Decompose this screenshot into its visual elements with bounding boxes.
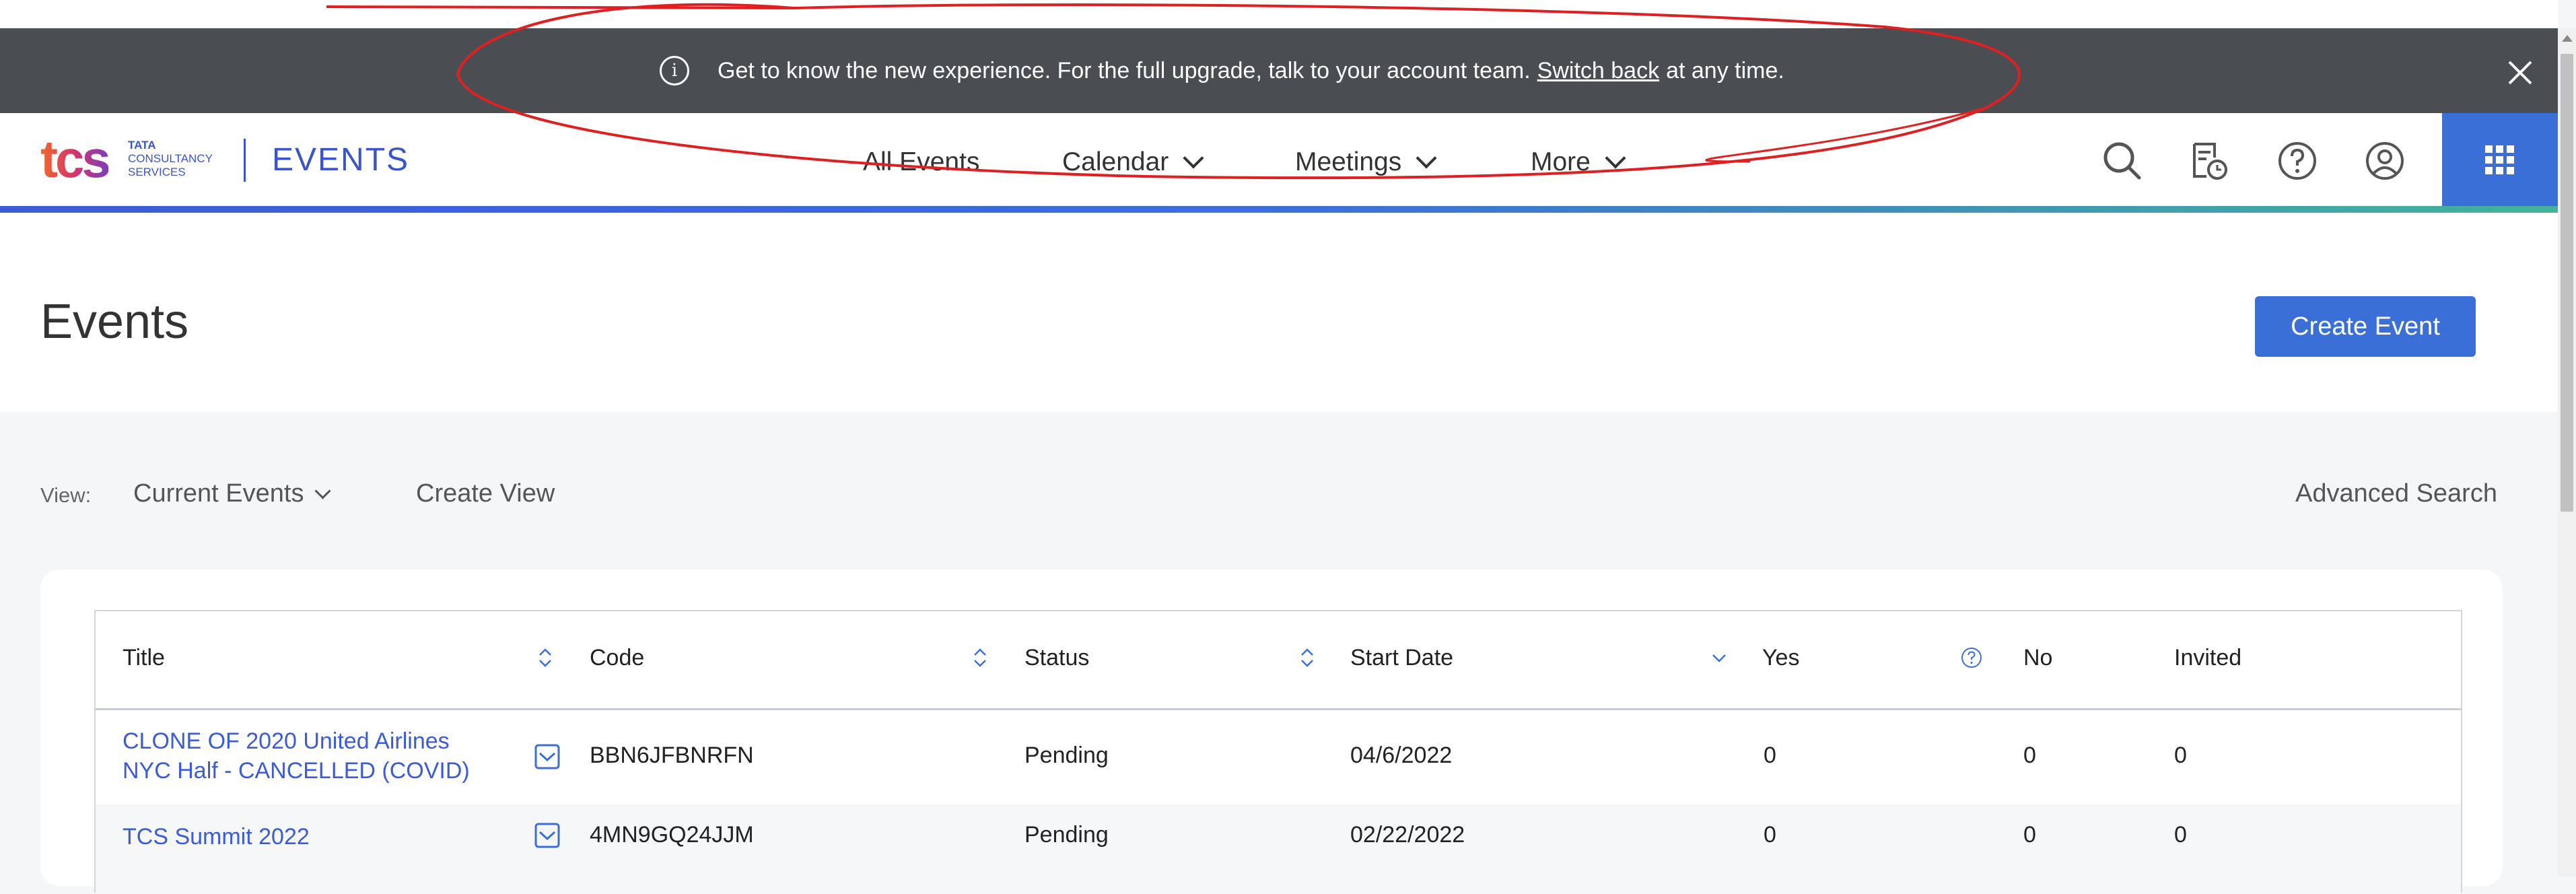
table-row: CLONE OF 2020 United Airlines NYC Half -… — [96, 710, 2461, 804]
tcs-logo-subtitle: TATA CONSULTANCY SERVICES — [128, 139, 213, 179]
search-icon[interactable] — [2099, 137, 2146, 184]
events-table: Title Code Status Start Date Yes No Invi… — [94, 610, 2462, 894]
column-header-invited: Invited — [2174, 645, 2242, 670]
column-header-code[interactable]: Code — [590, 645, 644, 671]
yes-count: 0 — [1764, 822, 1776, 848]
sort-down-icon[interactable] — [1711, 646, 1727, 669]
logo-line-3: SERVICES — [128, 166, 186, 178]
nav-more-label: More — [1531, 147, 1591, 176]
scroll-up-arrow[interactable] — [2562, 35, 2573, 42]
event-code: 4MN9GQ24JJM — [590, 822, 754, 848]
view-label: View: — [40, 483, 92, 507]
banner-text: Get to know the new experience. For the … — [718, 57, 1531, 83]
chevron-down-icon — [314, 483, 331, 500]
nav-calendar[interactable]: Calendar — [1062, 145, 1204, 179]
app-grid-button[interactable] — [2442, 113, 2558, 207]
announcement-banner: i Get to know the new experience. For th… — [0, 28, 2558, 113]
yes-count: 0 — [1764, 743, 1776, 768]
logo-divider — [244, 139, 246, 182]
logo-line-1: TATA — [128, 139, 156, 151]
nav-all-events-label: All Events — [863, 147, 980, 176]
user-icon[interactable] — [2361, 137, 2408, 184]
page-scrollbar[interactable] — [2558, 28, 2576, 876]
view-select[interactable]: Current Events — [133, 479, 331, 508]
tcs-logo[interactable]: tcs — [40, 132, 111, 186]
email-icon[interactable] — [534, 823, 560, 848]
event-code: BBN6JFBNRFN — [590, 743, 754, 768]
column-header-yes: Yes — [1762, 645, 1800, 670]
page-title: Events — [40, 295, 189, 349]
column-header-no: No — [2023, 645, 2053, 670]
app-header: tcs TATA CONSULTANCY SERVICES EVENTS All… — [0, 113, 2558, 207]
app-grid-icon — [2485, 145, 2514, 174]
info-icon: i — [660, 56, 689, 85]
chevron-down-icon — [1183, 147, 1204, 169]
selected-view: Current Events — [133, 479, 304, 508]
create-view-link[interactable]: Create View — [416, 479, 555, 508]
event-start-date: 04/6/2022 — [1350, 743, 1453, 768]
sort-icon[interactable] — [1299, 646, 1315, 669]
no-count: 0 — [2023, 822, 2036, 848]
chevron-down-icon — [1416, 147, 1437, 169]
column-header-status[interactable]: Status — [1024, 645, 1089, 671]
invited-count: 0 — [2174, 822, 2187, 848]
nav-meetings-label: Meetings — [1295, 147, 1402, 176]
advanced-search-link[interactable]: Advanced Search — [2295, 479, 2497, 508]
column-header-title[interactable]: Title — [123, 645, 165, 671]
banner-message: i Get to know the new experience. For th… — [660, 28, 1784, 113]
event-title-link[interactable]: CLONE OF 2020 United Airlines NYC Half -… — [123, 726, 499, 786]
event-status: Pending — [1024, 743, 1109, 768]
nav-calendar-label: Calendar — [1062, 147, 1169, 176]
header-accent-bar — [0, 206, 2558, 213]
report-clock-icon[interactable] — [2186, 137, 2233, 184]
nav-more[interactable]: More — [1531, 145, 1626, 179]
nav-meetings[interactable]: Meetings — [1295, 145, 1437, 179]
logo-line-2: CONSULTANCY — [128, 152, 213, 165]
create-event-button[interactable]: Create Event — [2255, 296, 2476, 357]
page-header: Events Create Event — [0, 213, 2558, 412]
nav-all-events[interactable]: All Events — [863, 145, 979, 179]
sort-icon[interactable] — [537, 646, 553, 669]
event-status: Pending — [1024, 822, 1109, 848]
app-name: EVENTS — [272, 142, 410, 178]
invited-count: 0 — [2174, 743, 2187, 768]
table-row: TCS Summit 2022 4MN9GQ24JJM Pending 02/2… — [96, 804, 2461, 894]
banner-suffix: at any time. — [1666, 57, 1784, 83]
switch-back-link[interactable]: Switch back — [1537, 58, 1659, 84]
scrollbar-thumb[interactable] — [2561, 54, 2573, 512]
sort-icon[interactable] — [972, 646, 988, 669]
chevron-down-icon — [1605, 147, 1626, 169]
help-icon[interactable] — [2274, 137, 2321, 184]
column-header-start-date[interactable]: Start Date — [1350, 645, 1453, 671]
no-count: 0 — [2023, 743, 2036, 768]
event-start-date: 02/22/2022 — [1350, 822, 1465, 848]
event-title-link[interactable]: TCS Summit 2022 — [123, 822, 499, 852]
email-icon[interactable] — [534, 744, 560, 769]
question-circle-icon[interactable] — [1960, 646, 1983, 669]
top-strip — [0, 0, 2558, 28]
close-icon[interactable] — [2504, 57, 2536, 89]
